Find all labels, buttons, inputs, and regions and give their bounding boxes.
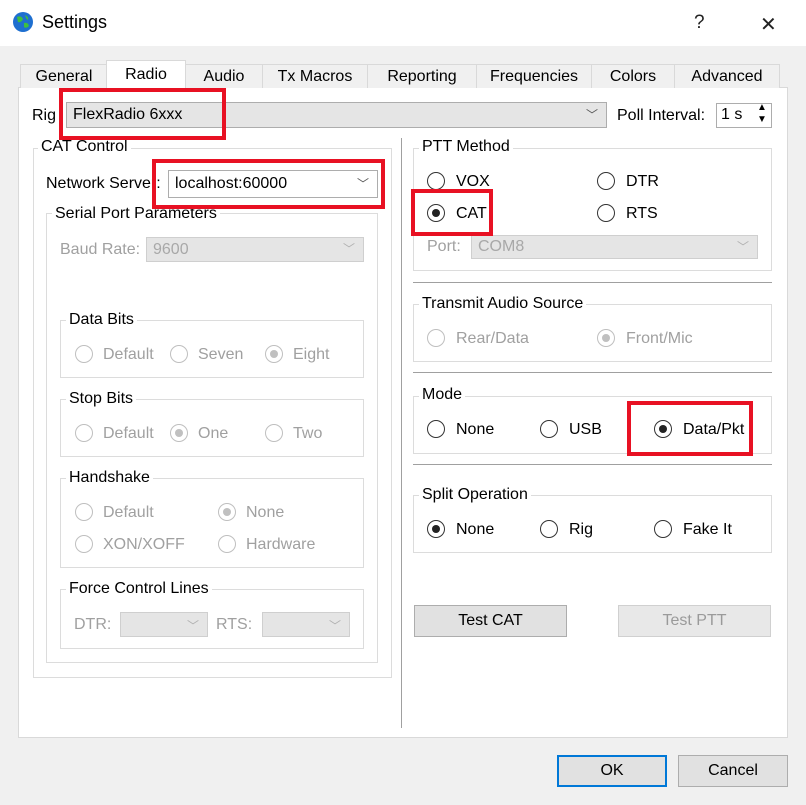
poll-interval-label: Poll Interval: bbox=[617, 107, 706, 124]
chevron-down-icon: ﹀ bbox=[342, 242, 355, 256]
tab-tx-macros[interactable]: Tx Macros bbox=[262, 64, 368, 88]
rig-label: Rig bbox=[32, 107, 57, 124]
handshake-group bbox=[60, 478, 364, 568]
separator bbox=[413, 372, 772, 373]
tab-audio[interactable]: Audio bbox=[185, 64, 263, 88]
stop-bits-one-radio[interactable] bbox=[170, 424, 188, 442]
baud-rate-select[interactable]: 9600 ﹀ bbox=[146, 237, 364, 262]
ptt-rts-label: RTS bbox=[626, 205, 658, 222]
cancel-button[interactable]: Cancel bbox=[678, 755, 788, 787]
poll-interval-value: 1 s bbox=[721, 106, 743, 123]
handshake-default-label: Default bbox=[103, 504, 154, 521]
mode-none-label: None bbox=[456, 421, 495, 438]
split-none-label: None bbox=[456, 521, 495, 538]
ptt-port-value: COM8 bbox=[478, 238, 525, 255]
network-server-label: Network Server: bbox=[46, 175, 161, 192]
force-control-title: Force Control Lines bbox=[66, 580, 212, 598]
baud-rate-label: Baud Rate: bbox=[60, 241, 141, 258]
handshake-hardware-radio[interactable] bbox=[218, 535, 236, 553]
data-bits-default-label: Default bbox=[103, 346, 154, 363]
app-globe-icon bbox=[13, 12, 33, 32]
mode-none-radio[interactable] bbox=[427, 420, 445, 438]
chevron-down-icon: ﹀ bbox=[186, 619, 199, 633]
data-bits-seven-label: Seven bbox=[198, 346, 244, 363]
stop-bits-two-label: Two bbox=[293, 425, 323, 442]
ok-button[interactable]: OK bbox=[557, 755, 667, 787]
spin-down-icon[interactable]: ▼ bbox=[757, 114, 767, 125]
mode-usb-radio[interactable] bbox=[540, 420, 558, 438]
stop-bits-default-label: Default bbox=[103, 425, 154, 442]
highlight-network-server bbox=[152, 159, 385, 209]
data-bits-default-radio[interactable] bbox=[75, 345, 93, 363]
handshake-title: Handshake bbox=[66, 469, 153, 487]
tab-colors[interactable]: Colors bbox=[591, 64, 675, 88]
split-operation-title: Split Operation bbox=[419, 486, 531, 504]
rts-select[interactable]: ﹀ bbox=[262, 612, 350, 637]
chevron-down-icon: ﹀ bbox=[736, 240, 749, 254]
audio-front-radio[interactable] bbox=[597, 329, 615, 347]
handshake-none-radio[interactable] bbox=[218, 503, 236, 521]
ptt-port-label: Port: bbox=[427, 238, 461, 255]
handshake-xonxoff-radio[interactable] bbox=[75, 535, 93, 553]
audio-rear-radio[interactable] bbox=[427, 329, 445, 347]
chevron-down-icon: ﹀ bbox=[328, 619, 341, 633]
ptt-rts-radio[interactable] bbox=[597, 204, 615, 222]
data-bits-seven-radio[interactable] bbox=[170, 345, 188, 363]
handshake-hardware-label: Hardware bbox=[246, 536, 316, 553]
tab-radio[interactable]: Radio bbox=[106, 60, 186, 89]
data-bits-eight-label: Eight bbox=[293, 346, 330, 363]
spin-up-icon[interactable]: ▲ bbox=[757, 102, 767, 113]
highlight-rig bbox=[59, 88, 226, 140]
test-cat-button[interactable]: Test CAT bbox=[414, 605, 567, 637]
split-rig-label: Rig bbox=[569, 521, 594, 538]
tab-reporting[interactable]: Reporting bbox=[367, 64, 477, 88]
chevron-down-icon: ﹀ bbox=[585, 108, 598, 122]
stop-bits-one-label: One bbox=[198, 425, 229, 442]
audio-front-label: Front/Mic bbox=[626, 330, 693, 347]
window-title: Settings bbox=[42, 12, 108, 32]
stop-bits-title: Stop Bits bbox=[66, 390, 137, 408]
mode-title: Mode bbox=[419, 386, 466, 404]
separator bbox=[413, 282, 772, 283]
audio-rear-label: Rear/Data bbox=[456, 330, 529, 347]
test-ptt-button[interactable]: Test PTT bbox=[618, 605, 771, 637]
split-fakeit-label: Fake It bbox=[683, 521, 732, 538]
tab-frequencies[interactable]: Frequencies bbox=[476, 64, 592, 88]
dtr-select[interactable]: ﹀ bbox=[120, 612, 208, 637]
ptt-port-select[interactable]: COM8 ﹀ bbox=[471, 235, 758, 259]
stop-bits-two-radio[interactable] bbox=[265, 424, 283, 442]
split-none-radio[interactable] bbox=[427, 520, 445, 538]
ptt-dtr-radio[interactable] bbox=[597, 172, 615, 190]
tab-advanced[interactable]: Advanced bbox=[674, 64, 780, 88]
stop-bits-default-radio[interactable] bbox=[75, 424, 93, 442]
rts-label: RTS: bbox=[216, 616, 253, 633]
tab-general[interactable]: General bbox=[20, 64, 108, 88]
highlight-mode-datapkt bbox=[627, 401, 753, 456]
handshake-none-label: None bbox=[246, 504, 285, 521]
poll-interval-spinner[interactable]: 1 s ▲ ▼ bbox=[716, 102, 772, 128]
column-separator bbox=[401, 138, 402, 728]
help-button[interactable]: ? bbox=[694, 12, 705, 34]
split-fakeit-radio[interactable] bbox=[654, 520, 672, 538]
split-rig-radio[interactable] bbox=[540, 520, 558, 538]
close-icon[interactable]: ✕ bbox=[760, 12, 777, 37]
mode-usb-label: USB bbox=[569, 421, 602, 438]
cat-control-title: CAT Control bbox=[38, 138, 131, 156]
ptt-vox-radio[interactable] bbox=[427, 172, 445, 190]
ptt-dtr-label: DTR bbox=[626, 173, 659, 190]
ptt-method-title: PTT Method bbox=[419, 138, 513, 156]
separator bbox=[413, 464, 772, 465]
handshake-xonxoff-label: XON/XOFF bbox=[103, 536, 185, 553]
handshake-default-radio[interactable] bbox=[75, 503, 93, 521]
title-bar bbox=[0, 0, 806, 46]
data-bits-eight-radio[interactable] bbox=[265, 345, 283, 363]
data-bits-title: Data Bits bbox=[66, 311, 137, 329]
highlight-ptt-cat bbox=[411, 189, 493, 236]
dtr-label: DTR: bbox=[74, 616, 112, 633]
baud-rate-value: 9600 bbox=[153, 241, 189, 258]
audio-source-title: Transmit Audio Source bbox=[419, 295, 587, 313]
